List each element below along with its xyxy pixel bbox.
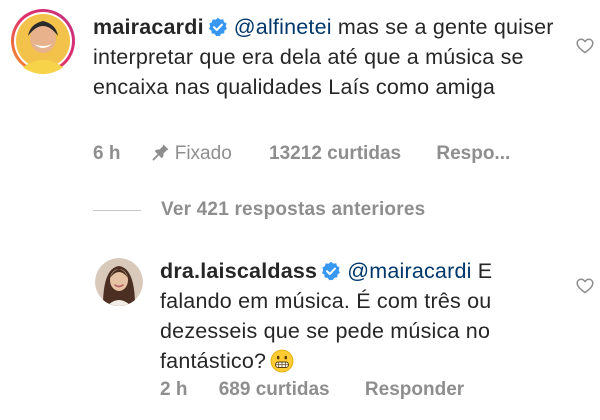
comment-text: dra.laiscaldass @mairacardi E falando em … xyxy=(160,256,560,376)
comment-meta: 6 h Fixado 13212 curtidas Respo... xyxy=(93,143,510,165)
likes-count[interactable]: 13212 curtidas xyxy=(269,143,401,165)
mention-link[interactable]: @mairacardi xyxy=(347,259,471,283)
pinned-indicator: Fixado xyxy=(152,143,232,165)
comment-meta: 2 h 689 curtidas Responder xyxy=(160,379,464,401)
view-replies-label[interactable]: Ver 421 respostas anteriores xyxy=(161,199,425,221)
username[interactable]: mairacardi xyxy=(93,15,204,39)
grimacing-face-emoji-icon xyxy=(270,349,294,373)
mention-link[interactable]: @alfinetei xyxy=(234,15,332,39)
timestamp: 6 h xyxy=(93,143,121,164)
heart-icon[interactable] xyxy=(576,38,594,54)
verified-badge-icon xyxy=(208,17,227,37)
timestamp: 2 h xyxy=(160,379,188,400)
view-previous-replies[interactable]: Ver 421 respostas anteriores xyxy=(93,198,425,222)
avatar-dra-laiscaldass[interactable] xyxy=(95,258,143,306)
reply-button[interactable]: Responder xyxy=(365,379,464,401)
verified-badge-icon xyxy=(322,261,341,281)
avatar-mairacardi[interactable] xyxy=(10,8,76,74)
likes-count[interactable]: 689 curtidas xyxy=(219,379,330,401)
replies-divider-line xyxy=(93,209,141,211)
avatar-image xyxy=(95,258,143,306)
pin-icon xyxy=(152,144,169,161)
avatar-image xyxy=(11,9,75,74)
reply-button[interactable]: Respo... xyxy=(436,143,510,165)
comment-text: mairacardi @alfinetei mas se a gente quis… xyxy=(93,12,563,102)
username[interactable]: dra.laiscaldass xyxy=(160,259,317,283)
pinned-label: Fixado xyxy=(174,143,232,164)
heart-icon[interactable] xyxy=(576,278,594,294)
